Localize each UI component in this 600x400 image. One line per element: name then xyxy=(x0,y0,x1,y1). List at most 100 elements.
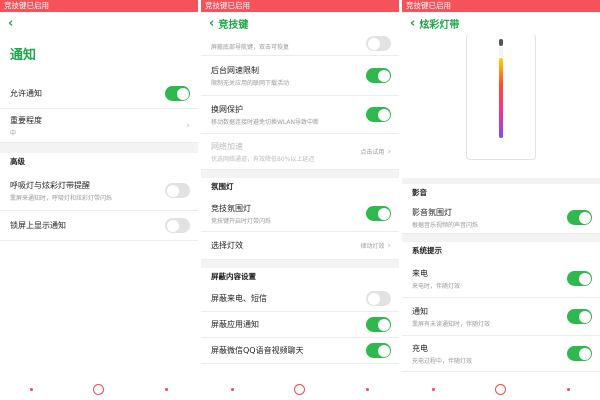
back-chevron-icon[interactable]: ‹ xyxy=(8,16,13,31)
hide-navigation-row[interactable]: 屏蔽底部导航键，双击可恢复 xyxy=(201,34,399,56)
lockscreen-notification-row[interactable]: 锁屏上显示通知 xyxy=(0,211,198,241)
background-speed-limit-toggle[interactable] xyxy=(366,68,391,83)
back-chevron-icon[interactable]: ‹ xyxy=(410,16,415,31)
section-divider xyxy=(0,143,198,153)
row-sub: 熏屏来通知时，呼吸灯和炫彩灯带闪烁 xyxy=(10,194,113,202)
row-label: 呼吸灯与炫彩灯带提醒 xyxy=(10,180,90,190)
row-sub: 竞技键开启时灯带闪烁 xyxy=(211,217,272,225)
row-label: 屏蔽微信QQ语音视频聊天 xyxy=(211,346,304,355)
row-sub: 移动数据连接时避免切换WLAN导致中断 xyxy=(211,118,320,126)
page-title: 炫彩灯带 xyxy=(419,19,460,31)
section-divider xyxy=(201,170,399,178)
nav-bar xyxy=(201,378,399,400)
row-sub: 熏屏有未读通知时，伴随灯效 xyxy=(412,320,491,328)
chevron-right-icon: › xyxy=(387,240,391,251)
row-label: 锁屏上显示通知 xyxy=(10,221,66,230)
row-label: 换网保护 xyxy=(211,104,243,114)
row-label: 来电 xyxy=(412,268,428,278)
nav-bar xyxy=(0,378,198,400)
row-label: 充电 xyxy=(412,343,428,353)
charging-light-toggle[interactable] xyxy=(567,346,592,361)
charging-light-row[interactable]: 充电 充电过程中，伴随灯效 xyxy=(402,336,600,372)
choose-light-effect-row[interactable]: 选择灯效 律动灯效 › xyxy=(201,232,399,260)
home-key-icon[interactable] xyxy=(93,383,105,395)
importance-row[interactable]: 重要程度 中 › xyxy=(0,109,198,143)
game-key-screen: 竞技键已启用 ‹ 竞技键 屏蔽底部导航键，双击可恢复 后台网速限制 限制无关应用… xyxy=(201,0,399,400)
row-label: 影音氛围灯 xyxy=(412,207,452,217)
section-header-ambient-light: 氛围灯 xyxy=(211,182,234,191)
section-divider xyxy=(402,234,600,242)
block-wechat-qq-calls-toggle[interactable] xyxy=(366,343,391,358)
incoming-call-light-toggle[interactable] xyxy=(567,271,592,286)
status-bar: 竞技键已启用 xyxy=(0,0,198,12)
row-value: 中 xyxy=(10,129,17,137)
allow-notifications-row[interactable]: 允许通知 xyxy=(0,79,198,109)
row-sub: 根据音乐视频的声音闪烁 xyxy=(412,221,479,229)
block-calls-sms-row[interactable]: 屏蔽来电、短信 xyxy=(201,286,399,312)
back-key-icon[interactable] xyxy=(365,387,369,391)
top-bar: ‹ xyxy=(0,12,198,34)
notification-settings-screen: 竞技键已启用 ‹ 通知 允许通知 重要程度 中 › 高级 呼吸灯与炫彩灯带提醒 … xyxy=(0,0,198,400)
light-strip-preview xyxy=(402,34,600,178)
home-key-icon[interactable] xyxy=(294,383,306,395)
row-label: 网络加速 xyxy=(211,141,243,151)
row-sub: 屏蔽底部导航键，双击可恢复 xyxy=(211,44,290,51)
row-label: 竞技氛围灯 xyxy=(211,203,251,213)
row-label: 重要程度 xyxy=(10,115,42,125)
row-label: 屏蔽来电、短信 xyxy=(211,294,267,303)
light-effect-value: 律动灯效 xyxy=(360,243,385,250)
row-label: 选择灯效 xyxy=(211,241,243,250)
top-bar: ‹ 炫彩灯带 xyxy=(402,12,600,34)
page-title: 竞技键 xyxy=(218,19,249,31)
back-key-icon[interactable] xyxy=(164,387,168,391)
breathing-light-row[interactable]: 呼吸灯与炫彩灯带提醒 熏屏来通知时，呼吸灯和炫彩灯带闪烁 xyxy=(0,171,198,211)
network-accelerate-row[interactable]: 网络加速 优选网络通道，有效降低80%以上延迟 点击试用 › xyxy=(201,134,399,170)
section-header-advanced: 高级 xyxy=(10,157,25,166)
back-chevron-icon[interactable]: ‹ xyxy=(209,16,214,31)
row-sub: 充电过程中，伴随灯效 xyxy=(412,357,473,365)
menu-key-icon[interactable] xyxy=(30,387,34,391)
notification-light-toggle[interactable] xyxy=(567,309,592,324)
status-bar: 竞技键已启用 xyxy=(201,0,399,12)
screenshot-triptych: 竞技键已启用 ‹ 通知 允许通知 重要程度 中 › 高级 呼吸灯与炫彩灯带提醒 … xyxy=(0,0,600,400)
allow-notifications-toggle[interactable] xyxy=(165,86,190,101)
row-sub: 优选网络通道，有效降低80%以上延迟 xyxy=(211,155,315,163)
incoming-call-light-row[interactable]: 来电 来电时，伴随灯效 xyxy=(402,260,600,298)
block-app-notifications-toggle[interactable] xyxy=(366,317,391,332)
menu-key-icon[interactable] xyxy=(432,387,436,391)
network-protect-row[interactable]: 换网保护 移动数据连接时避免切换WLAN导致中断 xyxy=(201,96,399,134)
nav-bar xyxy=(402,378,600,400)
section-header-media: 影音 xyxy=(412,188,427,197)
try-now-value[interactable]: 点击试用 xyxy=(360,147,384,156)
back-key-icon[interactable] xyxy=(566,387,570,391)
phone-back-illustration xyxy=(466,34,536,160)
breathing-light-toggle[interactable] xyxy=(165,183,190,198)
home-key-icon[interactable] xyxy=(495,383,507,395)
section-header-block-content: 屏蔽内容设置 xyxy=(211,272,256,281)
status-bar: 竞技键已启用 xyxy=(402,0,600,12)
media-ambient-light-row[interactable]: 影音氛围灯 根据音乐视频的声音闪烁 xyxy=(402,202,600,234)
light-strip-screen: 竞技键已启用 ‹ 炫彩灯带 影音 影音氛围灯 根据音乐视频的声音闪烁 系统提示 … xyxy=(402,0,600,400)
hide-navigation-toggle[interactable] xyxy=(366,36,391,51)
section-divider xyxy=(201,260,399,268)
menu-key-icon[interactable] xyxy=(231,387,235,391)
game-ambient-light-toggle[interactable] xyxy=(366,206,391,221)
row-label: 后台网速限制 xyxy=(211,65,259,75)
block-wechat-qq-calls-row[interactable]: 屏蔽微信QQ语音视频聊天 xyxy=(201,338,399,364)
game-ambient-light-row[interactable]: 竞技氛围灯 竞技键开启时灯带闪烁 xyxy=(201,196,399,232)
network-protect-toggle[interactable] xyxy=(366,107,391,122)
top-bar: ‹ 竞技键 xyxy=(201,12,399,34)
row-label: 允许通知 xyxy=(10,89,42,98)
chevron-right-icon: › xyxy=(186,120,190,131)
block-calls-sms-toggle[interactable] xyxy=(366,291,391,306)
background-speed-limit-row[interactable]: 后台网速限制 限制无关应用的联网下载活动 xyxy=(201,56,399,96)
media-ambient-light-toggle[interactable] xyxy=(567,210,592,225)
row-sub: 来电时，伴随灯效 xyxy=(412,282,461,290)
block-app-notifications-row[interactable]: 屏蔽应用通知 xyxy=(201,312,399,338)
chevron-right-icon: › xyxy=(387,146,391,157)
row-sub: 限制无关应用的联网下载活动 xyxy=(211,79,290,87)
page-title: 通知 xyxy=(10,48,37,63)
notification-light-row[interactable]: 通知 熏屏有未读通知时，伴随灯效 xyxy=(402,298,600,336)
row-label: 屏蔽应用通知 xyxy=(211,320,259,329)
lockscreen-notification-toggle[interactable] xyxy=(165,218,190,233)
